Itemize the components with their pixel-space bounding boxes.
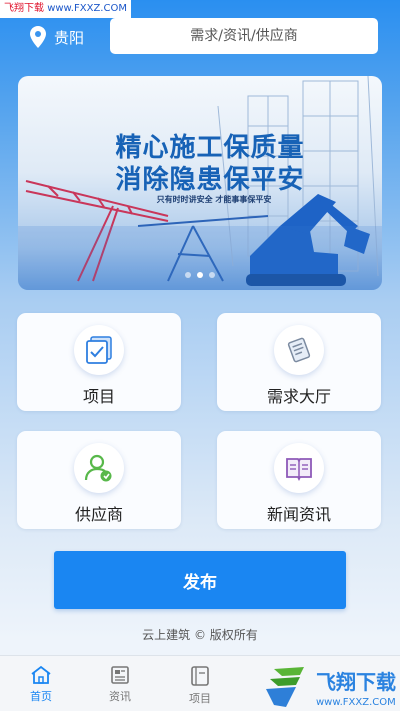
watermark-badge: 飞翔下载 www.FXXZ.COM bbox=[0, 0, 131, 18]
home-icon bbox=[31, 665, 51, 684]
carousel-dot[interactable] bbox=[209, 272, 215, 278]
city-label: 贵阳 bbox=[54, 28, 85, 47]
menu-card-label: 供应商 bbox=[74, 505, 123, 524]
menu-card-news[interactable]: 新闻资讯 bbox=[217, 431, 381, 529]
tab-news[interactable]: 资讯 bbox=[90, 656, 150, 711]
news-icon bbox=[274, 443, 324, 493]
carousel-dot-active[interactable] bbox=[197, 272, 203, 278]
tab-project[interactable]: 项目 bbox=[170, 656, 230, 711]
promo-banner[interactable]: 精心施工保质量 消除隐患保平安 只有时时讲安全 才能事事保平安 bbox=[18, 76, 382, 290]
search-input[interactable] bbox=[110, 18, 378, 54]
svg-text:飞翔下载: 飞翔下载 bbox=[316, 670, 396, 694]
menu-card-label: 新闻资讯 bbox=[266, 505, 331, 524]
menu-card-demand-hall[interactable]: 需求大厅 bbox=[217, 313, 381, 411]
download-site-logo: 飞翔下载 www.FXXZ.COM bbox=[266, 667, 396, 708]
demand-hall-icon bbox=[274, 325, 324, 375]
publish-button[interactable]: 发布 bbox=[54, 551, 346, 609]
banner-title-line2: 消除隐患保平安 bbox=[115, 165, 305, 195]
svg-text:www.FXXZ.COM: www.FXXZ.COM bbox=[316, 697, 396, 708]
location-selector[interactable]: 贵阳 bbox=[30, 26, 84, 48]
carousel-dots bbox=[18, 272, 382, 278]
menu-card-label: 需求大厅 bbox=[266, 387, 331, 406]
news-tab-icon bbox=[111, 666, 129, 684]
copyright-text: 云上建筑 © 版权所有 bbox=[142, 628, 258, 642]
tab-home[interactable]: 首页 bbox=[11, 656, 71, 711]
tab-label: 项目 bbox=[189, 692, 211, 705]
tab-label: 资讯 bbox=[109, 690, 131, 703]
banner-title: 精心施工保质量 消除隐患保平安 bbox=[90, 132, 330, 196]
menu-card-project[interactable]: 项目 bbox=[17, 313, 181, 411]
tab-label: 首页 bbox=[30, 690, 52, 703]
menu-card-label: 项目 bbox=[82, 387, 115, 406]
project-tab-icon bbox=[191, 666, 209, 686]
watermark-text: 飞翔下载 bbox=[4, 3, 44, 14]
top-bar: 贵阳 bbox=[0, 14, 400, 60]
banner-subtitle: 只有时时讲安全 才能事事保平安 bbox=[156, 195, 272, 204]
location-pin-icon bbox=[30, 26, 46, 48]
project-icon bbox=[74, 325, 124, 375]
banner-title-line1: 精心施工保质量 bbox=[115, 133, 305, 163]
carousel-dot[interactable] bbox=[185, 272, 191, 278]
watermark-url: www.FXXZ.COM bbox=[47, 3, 127, 14]
supplier-icon bbox=[74, 443, 124, 493]
menu-card-supplier[interactable]: 供应商 bbox=[17, 431, 181, 529]
